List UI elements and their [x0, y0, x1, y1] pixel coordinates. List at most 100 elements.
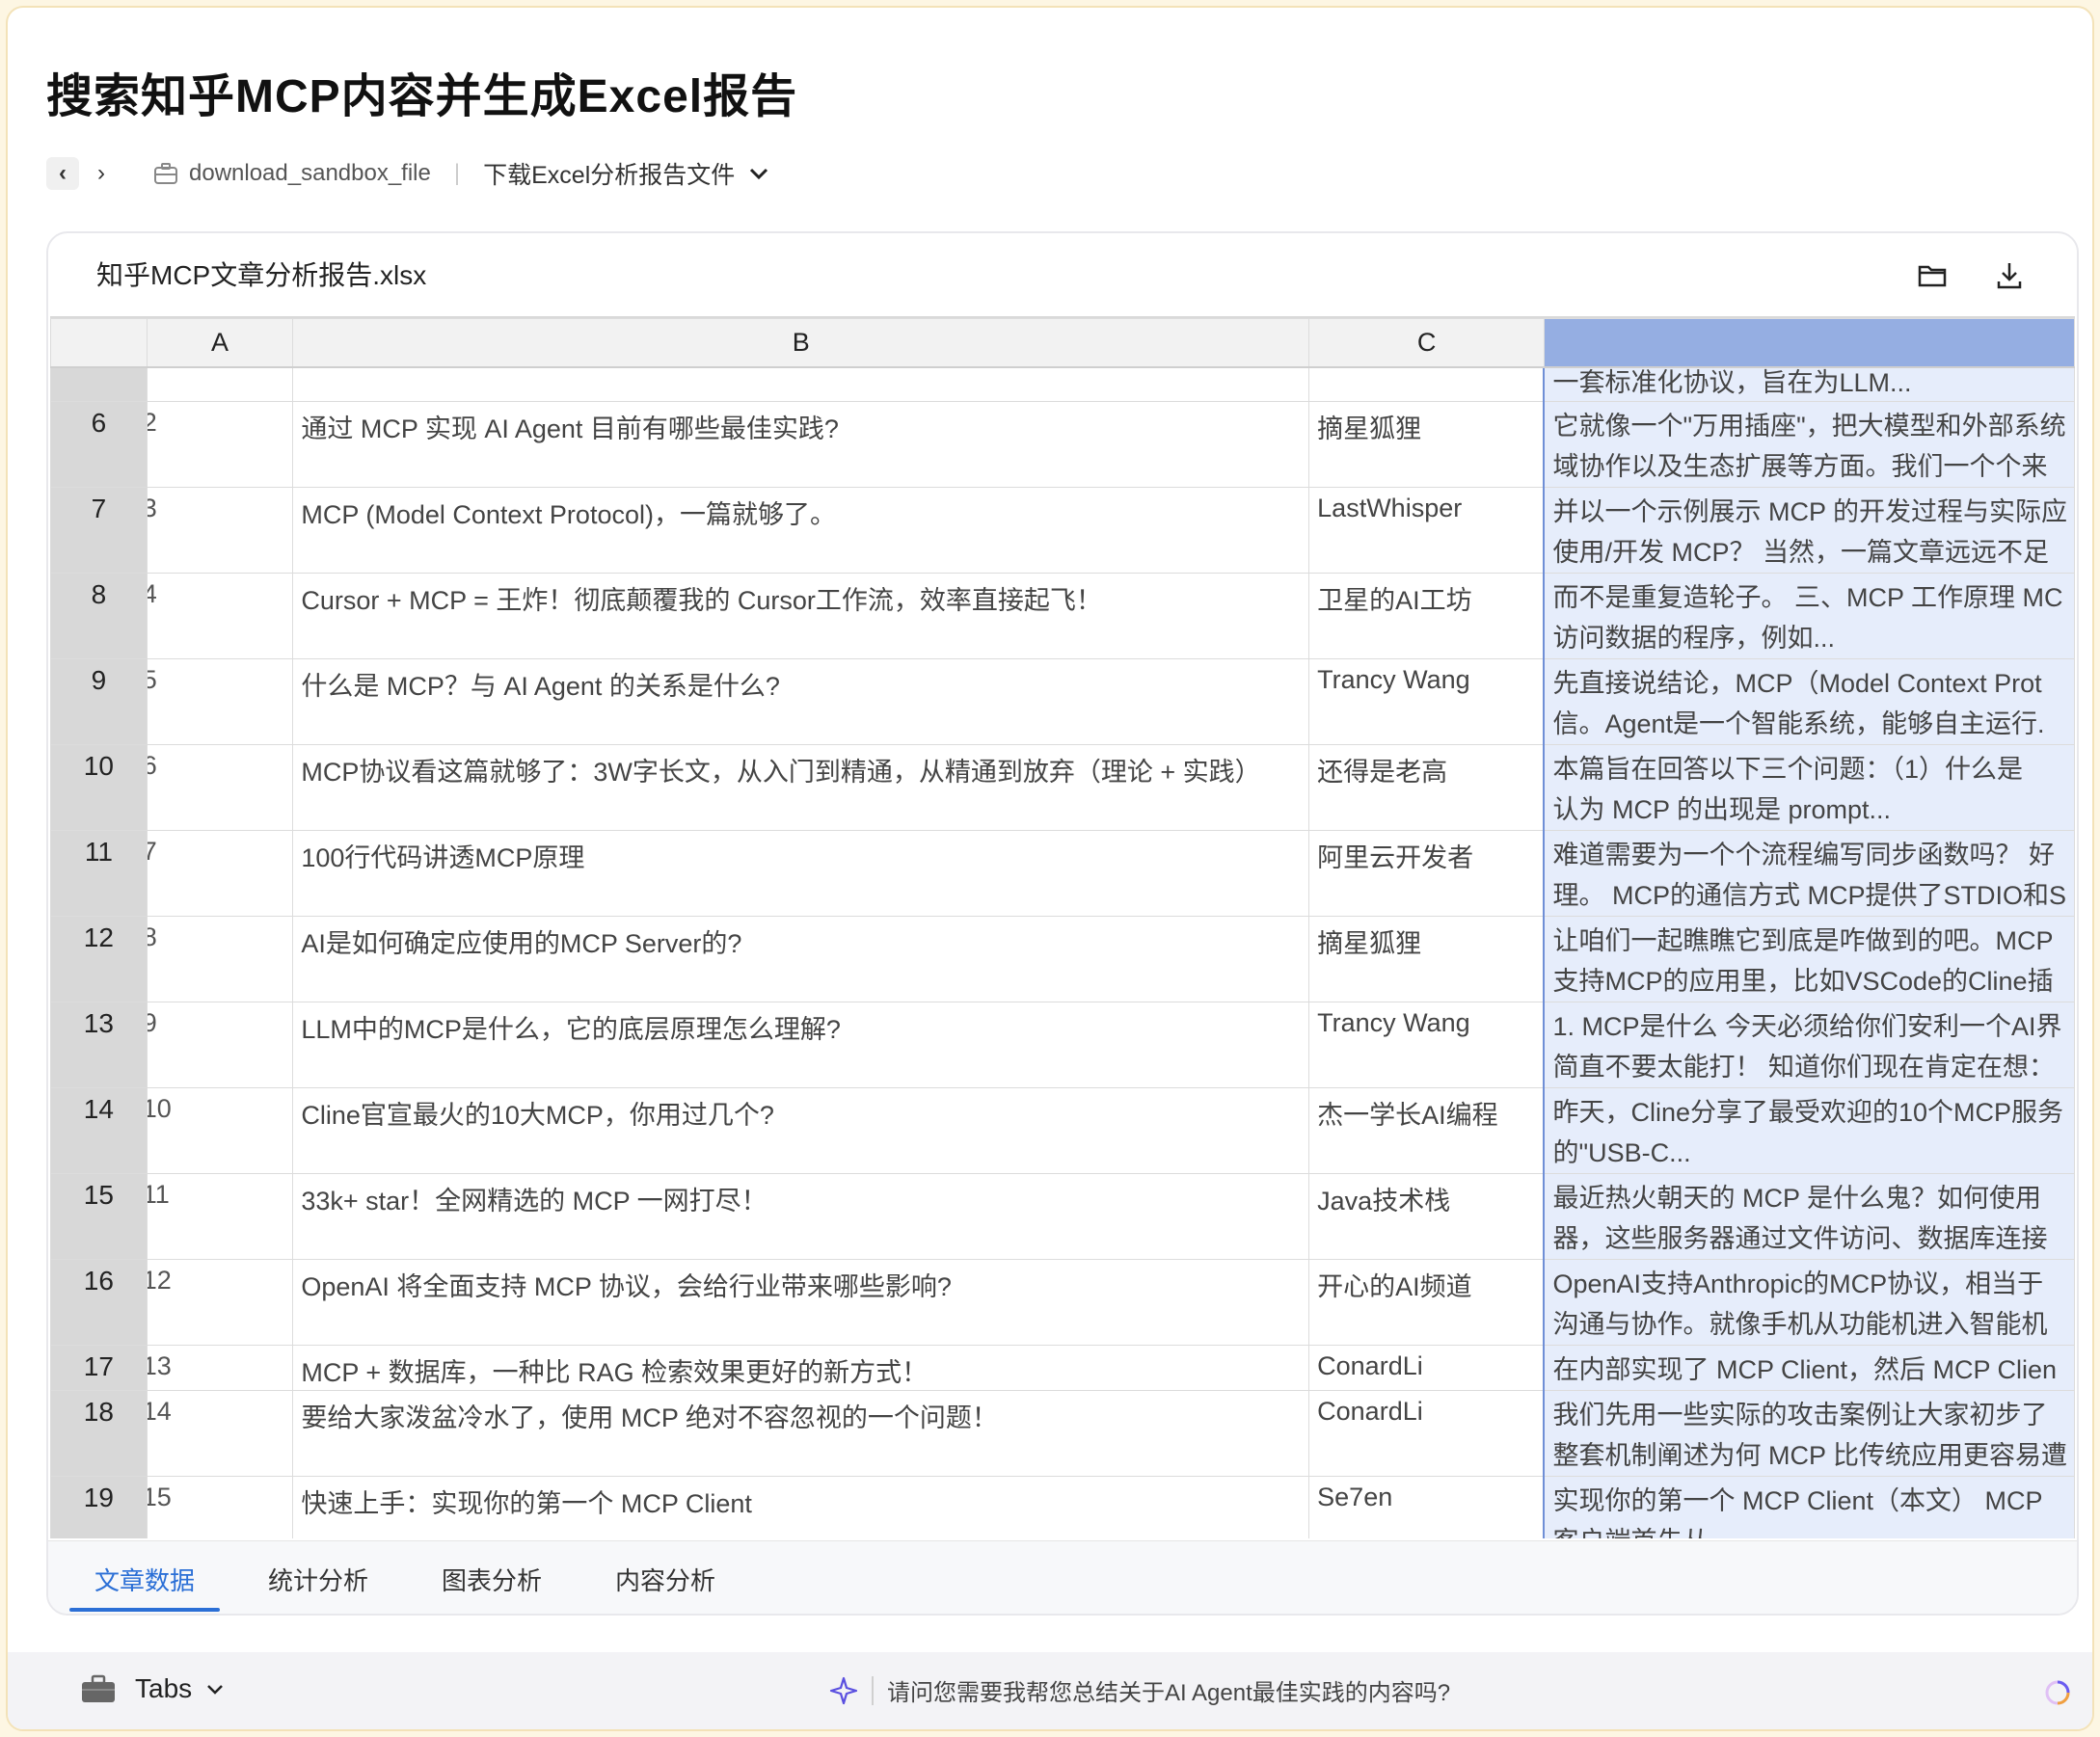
row-number-cell[interactable]: 13 [50, 1002, 148, 1088]
tab-statistics[interactable]: 统计分析 [231, 1548, 405, 1612]
tabs-dropdown[interactable]: Tabs [81, 1673, 225, 1704]
cell-d[interactable]: OpenAI支持Anthropic的MCP协议，相当于 沟通与协作。就像手机从功能… [1543, 1259, 2075, 1346]
row-number-cell[interactable]: 12 [50, 916, 148, 1002]
table-row: 1410Cline官宣最火的10大MCP，你用过几个?杰一学长AI编程昨天，Cl… [50, 1087, 2075, 1174]
sheet-tab-bar: 文章数据 统计分析 图表分析 内容分析 [48, 1540, 2077, 1614]
cell-b[interactable]: MCP (Model Context Protocol)，一篇就够了。 [292, 487, 1310, 574]
cell-b[interactable]: 通过 MCP 实现 AI Agent 目前有哪些最佳实践? [292, 401, 1310, 488]
cell-b[interactable] [292, 366, 1310, 402]
cell-c[interactable]: 阿里云开发者 [1308, 830, 1545, 917]
cell-a[interactable]: 6 [146, 744, 294, 831]
row-number-cell[interactable]: 11 [50, 830, 148, 917]
cell-c[interactable]: ConardLi [1308, 1390, 1545, 1477]
cell-d-line: 整套机制阐述为何 MCP 比传统应用更容易遭 [1552, 1441, 2067, 1470]
cell-a[interactable]: 3 [146, 487, 294, 574]
tab-article-data[interactable]: 文章数据 [58, 1548, 231, 1612]
cell-d[interactable]: 它就像一个"万用插座"，把大模型和外部系统 域协作以及生态扩展等方面。我们一个个来 [1543, 401, 2075, 488]
cell-a[interactable]: 15 [146, 1476, 294, 1538]
cell-d[interactable]: 先直接说结论，MCP（Model Context Prot 信。Agent是一个智… [1543, 658, 2075, 745]
cell-b[interactable]: LLM中的MCP是什么，它的底层原理怎么理解? [292, 1002, 1310, 1088]
row-number-cell[interactable]: 19 [50, 1476, 148, 1538]
cell-c[interactable]: 开心的AI频道 [1308, 1259, 1545, 1346]
cell-c[interactable]: 杰一学长AI编程 [1308, 1087, 1545, 1174]
cell-c[interactable]: LastWhisper [1308, 487, 1545, 574]
cell-b[interactable]: MCP + 数据库，一种比 RAG 检索效果更好的新方式！ [292, 1345, 1310, 1391]
cell-b[interactable]: 什么是 MCP？与 AI Agent 的关系是什么? [292, 658, 1310, 745]
cell-a[interactable]: 8 [146, 916, 294, 1002]
tab-charts[interactable]: 图表分析 [405, 1548, 579, 1612]
cell-b[interactable]: Cline官宣最火的10大MCP，你用过几个? [292, 1087, 1310, 1174]
cell-d[interactable]: 并以一个示例展示 MCP 的开发过程与实际应 使用/开发 MCP？ 当然，一篇文章… [1543, 487, 2075, 574]
cell-d[interactable]: 一套标准化协议，旨在为LLM... [1543, 366, 2075, 402]
cell-d-line: 实现你的第一个 MCP Client（本文） MCP [1552, 1486, 2043, 1515]
suggestion-text: 请问您需要我帮您总结关于AI Agent最佳实践的内容吗? [887, 1680, 1451, 1706]
cell-d[interactable]: 本篇旨在回答以下三个问题：（1）什么是 认为 MCP 的出现是 prompt... [1543, 744, 2075, 831]
row-number-cell[interactable]: 9 [50, 658, 148, 745]
cell-a[interactable]: 2 [146, 401, 294, 488]
column-header-b[interactable]: B [292, 318, 1310, 368]
cell-d-line: 认为 MCP 的出现是 prompt... [1552, 795, 1892, 824]
cell-c[interactable]: Trancy Wang [1308, 658, 1545, 745]
cell-a[interactable]: 4 [146, 573, 294, 659]
cell-c[interactable]: ConardLi [1308, 1345, 1545, 1391]
row-number-cell[interactable]: 17 [50, 1345, 148, 1391]
cell-d-line: 并以一个示例展示 MCP 的开发过程与实际应 [1552, 497, 2067, 526]
column-header-a[interactable]: A [146, 318, 294, 368]
row-number-cell[interactable]: 10 [50, 744, 148, 831]
cell-d[interactable]: 实现你的第一个 MCP Client（本文） MCP 客户端首先从... [1543, 1476, 2075, 1538]
cell-d[interactable]: 而不是重复造轮子。 三、MCP 工作原理 MC 访问数据的程序，例如... [1543, 573, 2075, 659]
cell-b[interactable]: MCP协议看这篇就够了：3W字长文，从入门到精通，从精通到放弃（理论 + 实践） [292, 744, 1310, 831]
suggestion-prompt[interactable]: 请问您需要我帮您总结关于AI Agent最佳实践的内容吗? [829, 1673, 1450, 1707]
cell-d[interactable]: 我们先用一些实际的攻击案例让大家初步了 整套机制阐述为何 MCP 比传统应用更容易… [1543, 1390, 2075, 1477]
cell-a[interactable]: 12 [146, 1259, 294, 1346]
cell-c[interactable]: Trancy Wang [1308, 1002, 1545, 1088]
cell-d[interactable]: 难道需要为一个个流程编写同步函数吗？ 好理。 MCP的通信方式 MCP提供了ST… [1543, 830, 2075, 917]
corner-cell[interactable] [50, 318, 148, 368]
cell-d[interactable]: 在内部实现了 MCP Client，然后 MCP Clien [1543, 1345, 2075, 1391]
cell-d[interactable]: 1. MCP是什么 今天必须给你们安利一个AI界 简直不要太能打！ 知道你们现在肯… [1543, 1002, 2075, 1088]
row-number-cell[interactable]: 15 [50, 1173, 148, 1260]
cell-c[interactable]: Java技术栈 [1308, 1173, 1545, 1260]
row-number-cell[interactable]: 18 [50, 1390, 148, 1477]
spreadsheet-grid[interactable]: A B C 一套标准化协议，旨在为LLM... 62通过 MCP 实现 AI A [50, 316, 2075, 1538]
cell-a[interactable]: 9 [146, 1002, 294, 1088]
folder-icon[interactable] [1913, 256, 1952, 295]
cell-d[interactable]: 最近热火朝天的 MCP 是什么鬼？如何使用 器，这些服务器通过文件访问、数据库连接 [1543, 1173, 2075, 1260]
cell-c[interactable]: 还得是老高 [1308, 744, 1545, 831]
cell-a[interactable]: 13 [146, 1345, 294, 1391]
cell-b[interactable]: 要给大家泼盆冷水了，使用 MCP 绝对不容忽视的一个问题！ [292, 1390, 1310, 1477]
cell-b[interactable]: 快速上手：实现你的第一个 MCP Client [292, 1476, 1310, 1538]
download-report-dropdown[interactable]: 下载Excel分析报告文件 [483, 156, 769, 191]
cell-d[interactable]: 昨天，Cline分享了最受欢迎的10个MCP服务 的"USB-C... [1543, 1087, 2075, 1174]
next-button[interactable]: › [85, 157, 118, 190]
download-icon[interactable] [1990, 256, 2029, 295]
prev-button[interactable]: ‹ [46, 157, 79, 190]
cell-b[interactable]: AI是如何确定应使用的MCP Server的? [292, 916, 1310, 1002]
row-number-cell[interactable]: 8 [50, 573, 148, 659]
cell-b[interactable]: Cursor + MCP = 王炸！彻底颠覆我的 Cursor工作流，效率直接起… [292, 573, 1310, 659]
briefcase-icon [82, 1674, 115, 1702]
column-header-c[interactable]: C [1308, 318, 1545, 368]
cell-a[interactable]: 14 [146, 1390, 294, 1477]
cell-a[interactable]: 10 [146, 1087, 294, 1174]
cell-a[interactable] [146, 366, 294, 402]
row-number-cell[interactable]: 7 [50, 487, 148, 574]
cell-c[interactable] [1308, 366, 1545, 402]
cell-a[interactable]: 11 [146, 1173, 294, 1260]
row-number-cell[interactable] [50, 366, 148, 402]
cell-c[interactable]: 卫星的AI工坊 [1308, 573, 1545, 659]
row-number-cell[interactable]: 16 [50, 1259, 148, 1346]
cell-b[interactable]: OpenAI 将全面支持 MCP 协议，会给行业带来哪些影响? [292, 1259, 1310, 1346]
cell-b[interactable]: 100行代码讲透MCP原理 [292, 830, 1310, 917]
cell-c[interactable]: Se7en [1308, 1476, 1545, 1538]
column-header-d[interactable] [1543, 318, 2075, 368]
cell-c[interactable]: 摘星狐狸 [1308, 916, 1545, 1002]
cell-a[interactable]: 5 [146, 658, 294, 745]
cell-b[interactable]: 33k+ star！全网精选的 MCP 一网打尽！ [292, 1173, 1310, 1260]
cell-c[interactable]: 摘星狐狸 [1308, 401, 1545, 488]
row-number-cell[interactable]: 14 [50, 1087, 148, 1174]
cell-d[interactable]: 让咱们一起瞧瞧它到底是咋做到的吧。MCP 支持MCP的应用里，比如VSCode的C… [1543, 916, 2075, 1002]
cell-a[interactable]: 7 [146, 830, 294, 917]
tab-content-analysis[interactable]: 内容分析 [579, 1548, 752, 1612]
row-number-cell[interactable]: 6 [50, 401, 148, 488]
